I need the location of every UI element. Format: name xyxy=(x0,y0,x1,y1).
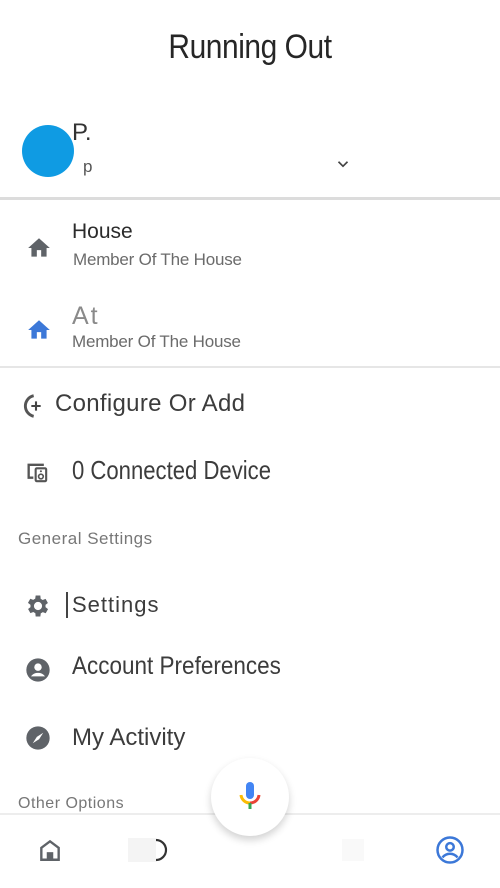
mic-icon xyxy=(239,782,261,809)
account-circle-icon xyxy=(436,836,464,864)
explore-icon xyxy=(128,838,168,862)
nav-explore[interactable] xyxy=(128,830,168,870)
action-label: Configure Or Add xyxy=(55,390,246,417)
divider xyxy=(0,197,500,200)
avatar xyxy=(22,125,74,177)
home-item-at[interactable]: At Member Of The House xyxy=(0,302,500,382)
home-name: At xyxy=(72,302,100,330)
devices-icon xyxy=(27,463,48,483)
nav-home[interactable] xyxy=(30,830,70,870)
routines-icon xyxy=(342,839,364,861)
add-circle-icon xyxy=(23,394,41,418)
chevron-down-icon[interactable] xyxy=(334,155,352,173)
settings-item[interactable]: Settings xyxy=(0,588,500,628)
settings-label: Settings xyxy=(66,592,160,618)
account-switcher[interactable]: P. p xyxy=(0,115,500,199)
section-header-other: Other Options xyxy=(18,795,125,812)
nav-routines[interactable] xyxy=(333,830,373,870)
account-name: P. xyxy=(72,119,92,146)
my-activity-item[interactable]: My Activity xyxy=(0,720,500,760)
home-role: Member Of The House xyxy=(72,332,241,351)
home-outline-icon xyxy=(40,839,60,861)
assistant-mic-button[interactable] xyxy=(211,758,289,836)
compass-icon xyxy=(26,726,50,750)
home-role: Member Of The House xyxy=(73,250,242,269)
home-icon xyxy=(28,238,50,257)
gear-icon xyxy=(27,595,49,617)
account-email: p xyxy=(83,157,93,176)
nav-account[interactable] xyxy=(430,830,470,870)
home-name: House xyxy=(72,220,133,243)
my-activity-label: My Activity xyxy=(72,724,186,751)
divider xyxy=(0,366,500,368)
account-preferences-item[interactable]: Account Preferences xyxy=(0,652,500,692)
configure-or-add-button[interactable]: Configure Or Add xyxy=(0,390,500,430)
connected-devices-button[interactable]: 0 Connected Device xyxy=(0,455,500,495)
account-preferences-label: Account Preferences xyxy=(72,652,281,680)
section-header-general: General Settings xyxy=(18,529,153,548)
account-circle-icon xyxy=(26,658,50,682)
page-title: Running Out xyxy=(168,28,332,66)
action-label: 0 Connected Device xyxy=(72,455,272,485)
home-icon xyxy=(28,320,50,339)
home-item-house[interactable]: House Member Of The House xyxy=(0,220,500,300)
